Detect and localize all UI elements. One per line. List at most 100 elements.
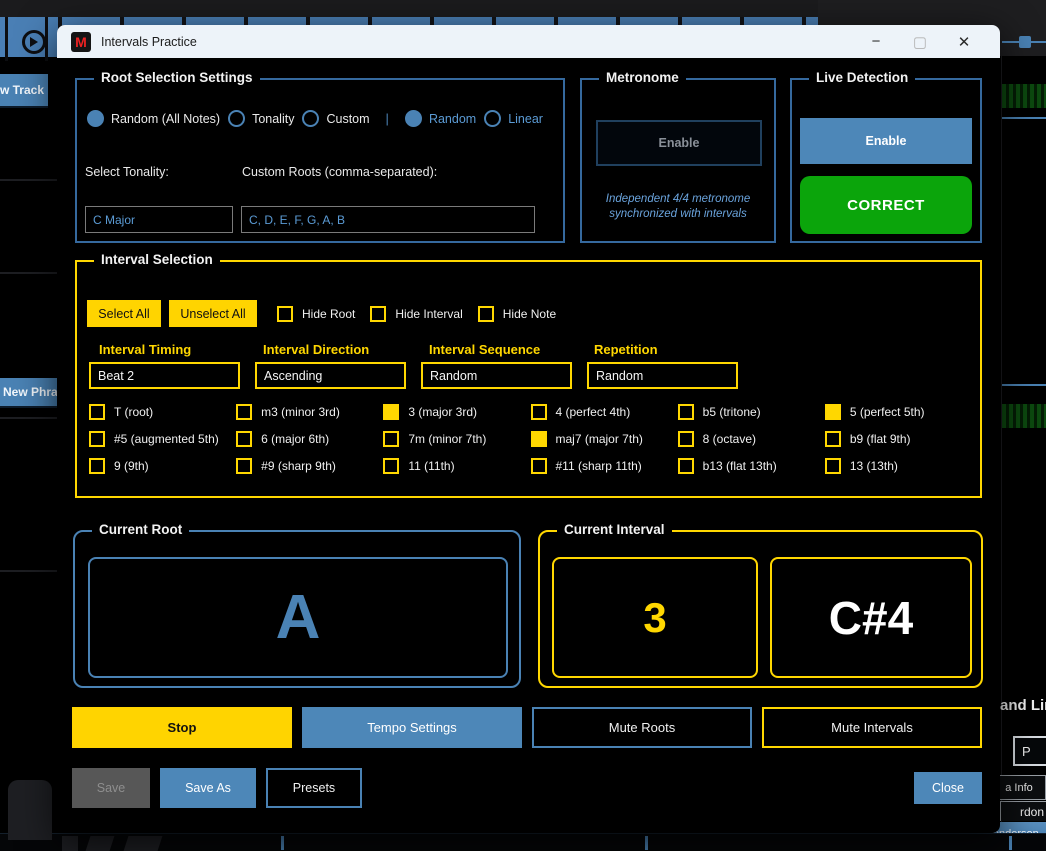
- custom-roots-input[interactable]: [241, 206, 535, 233]
- loop-icon[interactable]: [22, 28, 50, 56]
- metronome-enable-button[interactable]: Enable: [596, 120, 762, 166]
- interval-checkbox[interactable]: [825, 458, 841, 474]
- interval-option[interactable]: b5 (tritone): [678, 404, 825, 420]
- interval-checkbox[interactable]: [236, 458, 252, 474]
- presets-button[interactable]: Presets: [266, 768, 362, 808]
- hide-note-checkbox[interactable]: [478, 306, 494, 322]
- interval-checkbox[interactable]: [383, 431, 399, 447]
- interval-sequence-dropdown[interactable]: Random: [421, 362, 572, 389]
- repetition-dropdown[interactable]: Random: [587, 362, 738, 389]
- close-label: Close: [932, 781, 964, 795]
- interval-option[interactable]: 5 (perfect 5th): [825, 404, 972, 420]
- interval-option[interactable]: 9 (9th): [89, 458, 236, 474]
- radio-circle[interactable]: [302, 110, 319, 127]
- divider: [0, 570, 57, 572]
- interval-checkbox[interactable]: [383, 404, 399, 420]
- maximize-button[interactable]: ▢: [898, 25, 942, 58]
- select-all-button[interactable]: Select All: [87, 300, 161, 327]
- dialog-titlebar[interactable]: M Intervals Practice − ▢ ✕: [57, 25, 1000, 58]
- interval-option[interactable]: #5 (augmented 5th): [89, 431, 236, 447]
- live-detection-title: Live Detection: [809, 70, 915, 85]
- radio-circle[interactable]: [87, 110, 104, 127]
- radio-circle[interactable]: [228, 110, 245, 127]
- radio-tonality[interactable]: Tonality: [228, 110, 294, 127]
- interval-label: 8 (octave): [703, 432, 756, 446]
- correct-status-label: CORRECT: [847, 197, 925, 214]
- interval-option[interactable]: 13 (13th): [825, 458, 972, 474]
- hide-root-checkbox[interactable]: [277, 306, 293, 322]
- radio-custom[interactable]: Custom: [302, 110, 369, 127]
- timeline-separator: [5, 17, 8, 61]
- interval-option[interactable]: 6 (major 6th): [236, 431, 383, 447]
- radio-order-linear[interactable]: Linear: [484, 110, 543, 127]
- panel-border: [1001, 56, 1002, 836]
- interval-option[interactable]: T (root): [89, 404, 236, 420]
- radio-order-random[interactable]: Random: [405, 110, 476, 127]
- tempo-settings-button[interactable]: Tempo Settings: [302, 707, 522, 748]
- track-divider: [1002, 384, 1046, 386]
- interval-checkbox[interactable]: [531, 404, 547, 420]
- minimize-button[interactable]: −: [854, 25, 898, 58]
- radio-random-all-notes[interactable]: Random (All Notes): [87, 110, 220, 127]
- interval-checkbox[interactable]: [825, 431, 841, 447]
- interval-checkbox[interactable]: [236, 431, 252, 447]
- interval-direction-dropdown[interactable]: Ascending: [255, 362, 406, 389]
- interval-option[interactable]: 4 (perfect 4th): [531, 404, 678, 420]
- repetition-label: Repetition: [594, 342, 658, 357]
- presets-label: Presets: [293, 781, 335, 795]
- interval-option[interactable]: m3 (minor 3rd): [236, 404, 383, 420]
- interval-timing-dropdown[interactable]: Beat 2: [89, 362, 240, 389]
- save-as-button[interactable]: Save As: [160, 768, 256, 808]
- interval-option[interactable]: b13 (flat 13th): [678, 458, 825, 474]
- interval-checkbox[interactable]: [236, 404, 252, 420]
- interval-option[interactable]: 8 (octave): [678, 431, 825, 447]
- interval-option[interactable]: #11 (sharp 11th): [531, 458, 678, 474]
- mute-roots-button[interactable]: Mute Roots: [532, 707, 752, 748]
- save-button[interactable]: Save: [72, 768, 150, 808]
- tonality-input[interactable]: [85, 206, 233, 233]
- new-phrase-label: New Phrase: [3, 385, 57, 399]
- radio-circle[interactable]: [405, 110, 422, 127]
- background-field[interactable]: P: [1013, 736, 1046, 766]
- interval-checkbox[interactable]: [678, 404, 694, 420]
- interval-checkbox[interactable]: [89, 431, 105, 447]
- new-track-button[interactable]: New Track: [0, 74, 48, 108]
- new-phrase-button[interactable]: New Phrase: [0, 378, 57, 408]
- background-heading: and Lin: [1000, 697, 1046, 714]
- close-button[interactable]: Close: [914, 772, 982, 804]
- stop-button[interactable]: Stop: [72, 707, 292, 748]
- metronome-description-line1: Independent 4/4 metronome: [582, 192, 774, 207]
- interval-checkbox[interactable]: [678, 458, 694, 474]
- interval-option[interactable]: 3 (major 3rd): [383, 404, 530, 420]
- unselect-all-button[interactable]: Unselect All: [169, 300, 257, 327]
- radio-circle[interactable]: [484, 110, 501, 127]
- interval-option[interactable]: #9 (sharp 9th): [236, 458, 383, 474]
- interval-checkbox[interactable]: [89, 458, 105, 474]
- interval-option[interactable]: b9 (flat 9th): [825, 431, 972, 447]
- interval-label: 13 (13th): [850, 459, 898, 473]
- list-item[interactable]: rdon: [1000, 801, 1046, 821]
- mute-intervals-button[interactable]: Mute Intervals: [762, 707, 982, 748]
- interval-checkbox[interactable]: [825, 404, 841, 420]
- interval-checkbox[interactable]: [531, 458, 547, 474]
- interval-checkbox[interactable]: [89, 404, 105, 420]
- live-detection-enable-label: Enable: [866, 134, 907, 148]
- info-list-item[interactable]: a Info: [992, 775, 1046, 800]
- interval-option[interactable]: 11 (11th): [383, 458, 530, 474]
- interval-option[interactable]: maj7 (major 7th): [531, 431, 678, 447]
- repetition-value: Random: [596, 369, 643, 383]
- interval-label: b9 (flat 9th): [850, 432, 911, 446]
- dialog-title: Intervals Practice: [101, 35, 854, 49]
- interval-checkbox[interactable]: [383, 458, 399, 474]
- zoom-slider-handle[interactable]: [1019, 36, 1031, 48]
- interval-option[interactable]: 7m (minor 7th): [383, 431, 530, 447]
- interval-checkbox[interactable]: [678, 431, 694, 447]
- interval-selection-title: Interval Selection: [94, 252, 220, 267]
- hide-interval-checkbox[interactable]: [370, 306, 386, 322]
- radio-separator: |: [378, 111, 397, 126]
- interval-checkbox[interactable]: [531, 431, 547, 447]
- hide-interval-label: Hide Interval: [395, 307, 462, 321]
- live-detection-enable-button[interactable]: Enable: [800, 118, 972, 164]
- close-window-button[interactable]: ✕: [942, 25, 986, 58]
- mute-roots-label: Mute Roots: [609, 720, 675, 735]
